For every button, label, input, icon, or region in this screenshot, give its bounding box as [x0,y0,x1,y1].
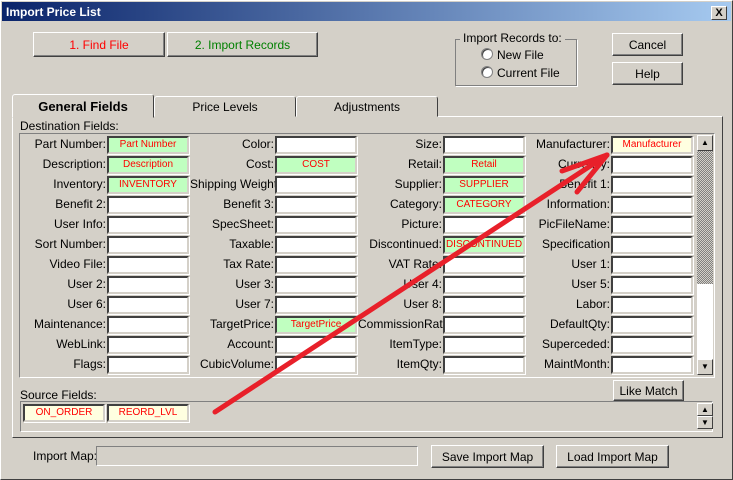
arrow-shaft [212,152,610,415]
annotation-arrow [212,152,610,415]
